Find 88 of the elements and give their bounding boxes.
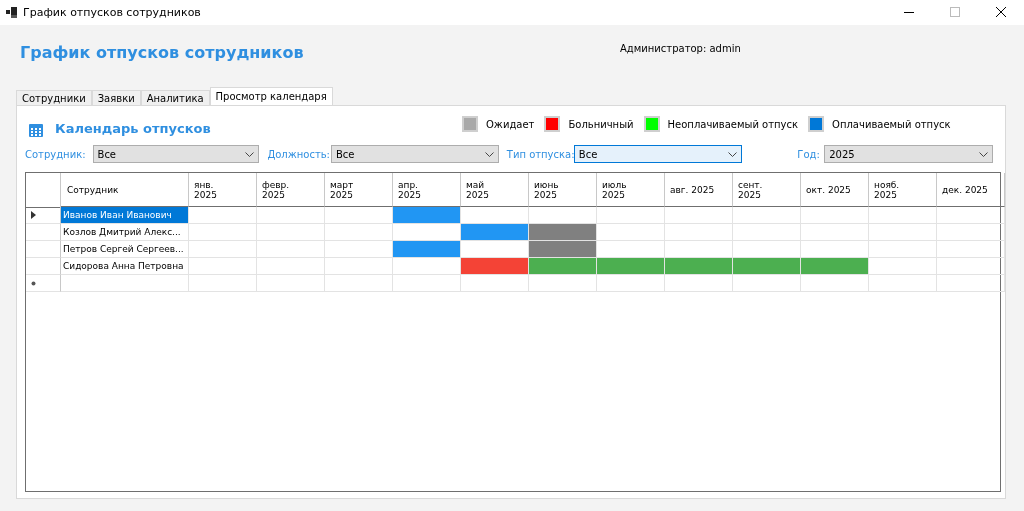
- legend-label: Ожидает: [486, 118, 535, 130]
- grid-cell: [189, 241, 257, 258]
- employee-cell[interactable]: Сидорова Анна Петровна: [61, 258, 189, 275]
- column-header[interactable]: июнь 2025: [529, 173, 597, 207]
- grid-cell: [733, 275, 801, 292]
- column-header[interactable]: сент. 2025: [733, 173, 801, 207]
- grid-cell: [529, 275, 597, 292]
- filter-label: Год:: [797, 148, 821, 160]
- grid-cell: [325, 275, 393, 292]
- grid-cell: [869, 224, 937, 241]
- tab[interactable]: Сотрудники: [16, 90, 92, 105]
- grid-cell: [801, 275, 869, 292]
- unpaid-leave-cell: [529, 258, 597, 275]
- grid-cell: [869, 207, 937, 224]
- filter-label: Тип отпуска:: [506, 148, 574, 160]
- calendar-title: Календарь отпусков: [55, 120, 212, 136]
- user-label: Администратор: admin: [620, 43, 741, 54]
- grid-cell: [869, 241, 937, 258]
- app-title: График отпусков сотрудников: [20, 43, 305, 62]
- paid-leave-cell: [393, 241, 461, 258]
- grid-cell: [325, 224, 393, 241]
- grid-cell: [257, 241, 325, 258]
- unpaid-leave-cell: [665, 258, 733, 275]
- grid-cell: [597, 275, 665, 292]
- current-row-icon: [31, 211, 36, 219]
- grid-cell: [869, 275, 937, 292]
- corner-header: [26, 173, 61, 208]
- column-header[interactable]: май 2025: [461, 173, 529, 207]
- column-header[interactable]: дек. 2025: [937, 173, 1005, 207]
- paid-leave-cell: [393, 207, 461, 224]
- unpaid-leave-cell: [597, 258, 665, 275]
- grid-cell: [869, 258, 937, 275]
- column-header[interactable]: авг. 2025: [665, 173, 733, 207]
- column-header[interactable]: март 2025: [325, 173, 393, 207]
- app-icon: [6, 7, 17, 18]
- chevron-down-icon: [979, 151, 988, 157]
- grid-cell: [257, 207, 325, 224]
- filter-label: Должность:: [267, 148, 331, 160]
- chevron-down-icon: [245, 151, 255, 157]
- employee-cell[interactable]: Козлов Дмитрий Алекс...: [61, 224, 189, 241]
- column-header[interactable]: июль 2025: [597, 173, 665, 207]
- grid-cell: [733, 224, 801, 241]
- grid-cell: [665, 275, 733, 292]
- grid-cell: [189, 224, 257, 241]
- chevron-down-icon: [727, 151, 737, 157]
- grid-cell: [665, 224, 733, 241]
- grid-cell: [665, 207, 733, 224]
- column-header[interactable]: окт. 2025: [801, 173, 869, 207]
- pending-cell: [529, 241, 597, 258]
- chevron-down-icon: [484, 151, 494, 157]
- legend-label: Неоплачиваемый отпуск: [667, 118, 799, 130]
- filter-label: Сотрудник:: [25, 148, 87, 160]
- grid-cell: [461, 275, 529, 292]
- grid-cell: [801, 224, 869, 241]
- grid-cell: [393, 275, 461, 292]
- grid-cell: [801, 207, 869, 224]
- grid-cell: [325, 258, 393, 275]
- column-header[interactable]: нояб. 2025: [869, 173, 937, 207]
- grid-cell: [257, 275, 325, 292]
- sick-leave-cell: [461, 258, 529, 275]
- paid-leave-cell: [461, 224, 529, 241]
- grid-cell: [597, 224, 665, 241]
- tab[interactable]: Аналитика: [140, 90, 210, 105]
- pending-cell: [529, 224, 597, 241]
- filter-dropdown[interactable]: 2025: [824, 145, 993, 163]
- legend-label: Оплачиваемый отпуск: [832, 118, 951, 130]
- window-title: График отпусков сотрудников: [23, 6, 202, 19]
- grid-cell: [597, 207, 665, 224]
- column-header[interactable]: февр. 2025: [257, 173, 325, 207]
- filter-dropdown[interactable]: Все: [92, 145, 260, 163]
- column-header[interactable]: янв. 2025: [189, 173, 257, 207]
- employee-cell[interactable]: Иванов Иван Иванович: [61, 207, 189, 224]
- filter-dropdown[interactable]: Все: [573, 145, 742, 163]
- filter-dropdown[interactable]: Все: [330, 145, 499, 163]
- grid-cell: [189, 275, 257, 292]
- unpaid-leave-cell: [801, 258, 869, 275]
- legend-label: Больничный: [568, 118, 634, 130]
- calendar-icon: [29, 123, 43, 137]
- grid-cell: [189, 207, 257, 224]
- tab[interactable]: Заявки: [91, 90, 141, 105]
- unpaid-leave-cell: [733, 258, 801, 275]
- tab[interactable]: Просмотр календаря: [209, 87, 333, 105]
- employee-cell[interactable]: Петров Сергей Сергеев...: [61, 241, 189, 258]
- new-row-icon: [31, 280, 36, 286]
- grid-cell: [257, 224, 325, 241]
- grid-cell: [189, 258, 257, 275]
- grid-cell: [257, 258, 325, 275]
- grid-cell: [733, 207, 801, 224]
